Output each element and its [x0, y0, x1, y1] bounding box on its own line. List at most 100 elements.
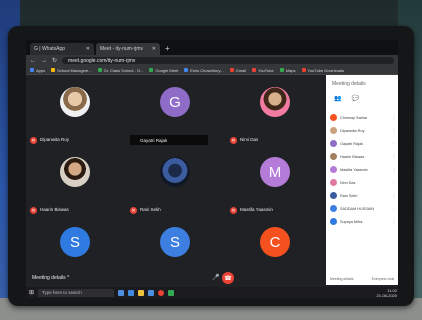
- avatar: M: [260, 157, 290, 187]
- apps-icon: [30, 68, 34, 72]
- more-icon[interactable]: ⋮: [392, 154, 396, 159]
- avatar: [330, 218, 337, 225]
- chrome-icon[interactable]: [158, 289, 165, 296]
- people-icon[interactable]: 👥: [334, 95, 341, 102]
- more-icon[interactable]: ⋮: [392, 219, 396, 224]
- more-icon[interactable]: ⋮: [392, 167, 396, 172]
- forward-icon[interactable]: →: [41, 58, 47, 64]
- participant-tile[interactable]: M ✕ Mastifa Yaasmin: [226, 149, 326, 219]
- more-icon[interactable]: ⋮: [392, 193, 396, 198]
- url-input[interactable]: meet.google.com/ity-num-rjmv: [62, 57, 394, 64]
- tab-meet[interactable]: Meet - ity-num-rjmv ✕: [96, 43, 160, 55]
- list-item[interactable]: Gayatri Rajak ⋮: [330, 137, 396, 150]
- participant-tile[interactable]: ✕ Dipanwita Roy: [26, 79, 126, 149]
- avatar: [330, 166, 337, 173]
- avatar: S: [60, 227, 90, 257]
- more-icon[interactable]: ⋮: [392, 115, 396, 120]
- bookmark-item[interactable]: Apps: [30, 68, 45, 73]
- bookmarks-bar: Apps School Managem... Gr. Class School …: [26, 66, 398, 75]
- store-icon[interactable]: [148, 289, 155, 296]
- bookmark-item[interactable]: Emis Chowdhury...: [184, 68, 224, 73]
- mic-off-icon: ✕: [230, 137, 237, 144]
- taskbar-search-input[interactable]: Type here to search: [38, 288, 115, 297]
- list-item[interactable]: SADDAM HUSSAIN ⋮: [330, 202, 396, 215]
- name-bar: Gayatri Rajak: [130, 135, 208, 145]
- meet-icon: [149, 68, 154, 72]
- bookmark-item[interactable]: YouTube Downloads: [301, 68, 344, 73]
- participant-tile[interactable]: ✕ Haarin Biswas: [26, 149, 126, 219]
- new-tab-icon[interactable]: +: [162, 43, 173, 55]
- bookmark-item[interactable]: Gr. Class School - G...: [97, 68, 143, 73]
- participant-tile[interactable]: G Gayatri Rajak: [126, 79, 226, 149]
- avatar: [330, 140, 337, 147]
- panel-title: Meeting details: [332, 81, 366, 87]
- tab-label: G | WhatsApp: [34, 46, 66, 52]
- more-icon[interactable]: ⋮: [392, 180, 396, 185]
- participant-name: Gayatri Rajak: [140, 137, 168, 143]
- list-item[interactable]: Mastifa Yaasmin ⋮: [330, 163, 396, 176]
- laptop-screen: G | WhatsApp ✕ Meet - ity-num-rjmv ✕ + ←…: [26, 40, 398, 298]
- bookmark-item[interactable]: Google Meet: [149, 68, 178, 73]
- back-icon[interactable]: ←: [30, 58, 36, 64]
- taskbar-clock[interactable]: 11:02 21-08-2020: [377, 288, 398, 298]
- participant-name: Mastifa Yaasmin: [240, 207, 273, 212]
- participant-tile[interactable]: ✕ Nirvi Das: [226, 79, 326, 149]
- avatar: [60, 87, 90, 117]
- avatar: C: [260, 227, 290, 257]
- bookmark-item[interactable]: School Managem...: [51, 68, 92, 73]
- participant-name: Nirvi Das: [240, 137, 259, 142]
- avatar: [330, 179, 337, 186]
- file-explorer-icon[interactable]: [138, 289, 145, 296]
- avatar: [330, 192, 337, 199]
- maps-icon: [279, 68, 284, 72]
- windows-start-icon[interactable]: ⊞: [29, 289, 34, 296]
- list-item[interactable]: Rani Sekh ⋮: [330, 189, 396, 202]
- more-icon[interactable]: ⋮: [392, 206, 396, 211]
- participant-name: Dipanwita Roy: [40, 137, 70, 142]
- footer-link[interactable]: Everyone chat: [372, 277, 394, 281]
- list-item[interactable]: Haarin Biswas ⋮: [330, 150, 396, 163]
- people-panel: Meeting details 👥 💬 Chinmay Sarkar ⋮ Dipa…: [326, 75, 398, 285]
- list-item[interactable]: Dipanwita Roy ⋮: [330, 124, 396, 137]
- edge-icon[interactable]: [128, 289, 135, 296]
- meeting-details-button[interactable]: Meeting details ^: [32, 275, 69, 281]
- clock-date: 21-08-2020: [376, 292, 397, 298]
- hang-up-button[interactable]: ☎: [222, 272, 234, 284]
- bookmark-icon: [51, 68, 56, 72]
- panel-footer: Meeting details Everyone chat: [330, 277, 394, 281]
- tab-whatsapp[interactable]: G | WhatsApp ✕: [30, 43, 94, 55]
- avatar: [160, 157, 190, 187]
- list-item[interactable]: Supriya Mitra ⋮: [330, 215, 396, 228]
- mic-icon[interactable]: 🎤: [212, 274, 219, 281]
- meeting-controls-bar: Meeting details ^ 🎤 ☎: [26, 271, 326, 285]
- mic-off-icon: ✕: [230, 207, 237, 214]
- chat-icon[interactable]: 💬: [351, 95, 358, 102]
- participant-tile[interactable]: ✕ Rani Sekh: [126, 149, 226, 219]
- close-icon[interactable]: ✕: [152, 46, 156, 52]
- reload-icon[interactable]: ↻: [52, 57, 57, 64]
- bookmark-icon: [184, 68, 189, 72]
- windows-taskbar: ⊞ Type here to search 11:02 21-08-2020: [26, 287, 398, 298]
- avatar: S: [160, 227, 190, 257]
- avatar: [60, 157, 90, 187]
- tab-label: Meet - ity-num-rjmv: [100, 46, 144, 52]
- address-bar-row: ← → ↻ meet.google.com/ity-num-rjmv: [26, 55, 398, 66]
- app-icon[interactable]: [168, 289, 175, 296]
- bookmark-item[interactable]: YouTube: [252, 68, 274, 73]
- list-item[interactable]: Chinmay Sarkar ⋮: [330, 111, 396, 124]
- avatar: [330, 127, 337, 134]
- task-view-icon[interactable]: [118, 289, 125, 296]
- close-icon[interactable]: ✕: [86, 46, 90, 52]
- more-icon[interactable]: ⋮: [392, 141, 396, 146]
- mic-off-icon: ✕: [30, 137, 37, 144]
- footer-link[interactable]: Meeting details: [330, 277, 354, 281]
- participant-name: Rani Sekh: [140, 207, 161, 212]
- mic-off-icon: ✕: [30, 207, 37, 214]
- participant-grid: ✕ Dipanwita Roy G Gayatri Rajak ✕ Nirvi …: [26, 75, 326, 285]
- more-icon[interactable]: ⋮: [392, 128, 396, 133]
- bookmark-item[interactable]: Maps: [279, 68, 296, 73]
- list-item[interactable]: Nirvi Das ⋮: [330, 176, 396, 189]
- bookmark-item[interactable]: Gmail: [229, 68, 246, 73]
- participant-name: Haarin Biswas: [40, 207, 69, 212]
- people-list: Chinmay Sarkar ⋮ Dipanwita Roy ⋮ Gayatri R…: [330, 111, 396, 228]
